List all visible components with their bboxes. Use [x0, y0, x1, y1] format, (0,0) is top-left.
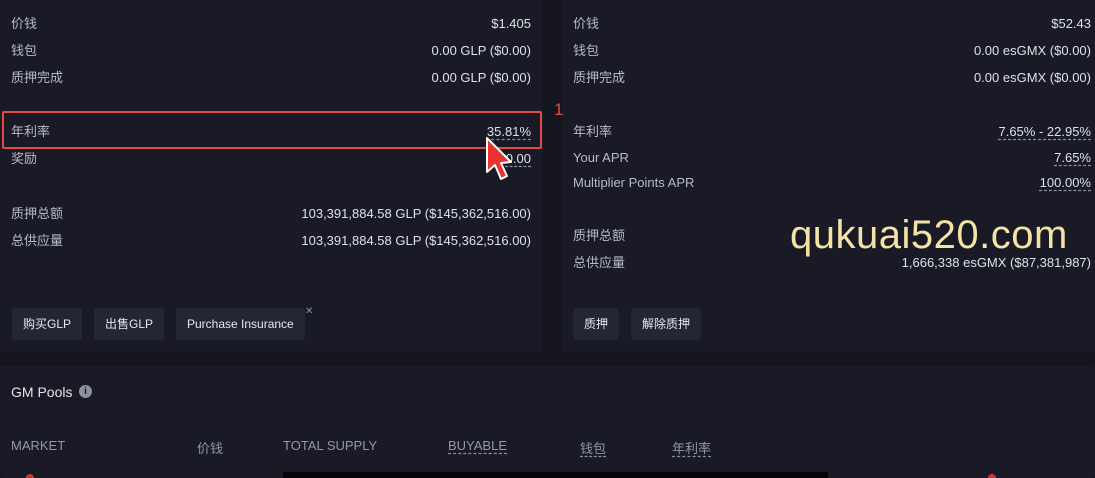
token-icon	[26, 474, 34, 478]
esgmx-wallet-value: 0.00 esGMX ($0.00)	[973, 43, 1091, 58]
esgmx-your-apr-value[interactable]: 7.65%	[1054, 150, 1091, 166]
apr-highlight-box	[2, 111, 542, 149]
esgmx-total-staked-label: 质押总额	[573, 228, 626, 243]
glp-price-value: $1.405	[491, 16, 531, 31]
gm-pools-panel	[0, 366, 1095, 478]
glp-total-staked-value: 103,391,884.58 GLP ($145,362,516.00)	[301, 206, 531, 221]
purchase-insurance-button[interactable]: Purchase Insurance	[176, 308, 305, 340]
esgmx-mp-apr-value[interactable]: 100.00%	[1040, 175, 1091, 191]
token-icon	[988, 474, 996, 478]
column-wallet[interactable]: 钱包	[580, 438, 606, 457]
glp-staked-value: 0.00 GLP ($0.00)	[431, 70, 532, 85]
unstake-button[interactable]: 解除质押	[631, 308, 702, 340]
mouse-cursor-icon	[486, 137, 512, 180]
glp-total-supply-value: 103,391,884.58 GLP ($145,362,516.00)	[301, 233, 531, 248]
watermark-text: qukuai520.com	[790, 213, 1068, 257]
glp-total-staked-label: 质押总额	[11, 206, 64, 221]
stake-button[interactable]: 质押	[573, 308, 620, 340]
sell-glp-button[interactable]: 出售GLP	[94, 308, 165, 340]
video-bar	[283, 472, 828, 478]
esgmx-apr-label: 年利率	[573, 124, 613, 139]
esgmx-staked-label: 质押完成	[573, 70, 626, 85]
esgmx-your-apr-label: Your APR	[573, 150, 629, 165]
buy-glp-button[interactable]: 购买GLP	[12, 308, 83, 340]
esgmx-apr-value[interactable]: 7.65% - 22.95%	[998, 124, 1091, 140]
glp-wallet-value: 0.00 GLP ($0.00)	[431, 43, 532, 58]
esgmx-price-label: 价钱	[573, 16, 600, 31]
column-market[interactable]: MARKET	[11, 438, 65, 453]
glp-total-supply-label: 总供应量	[11, 233, 64, 248]
esgmx-mp-apr-label: Multiplier Points APR	[573, 175, 695, 190]
column-apr[interactable]: 年利率	[672, 438, 711, 457]
column-buyable[interactable]: BUYABLE	[448, 438, 507, 453]
column-price[interactable]: 价钱	[197, 438, 223, 457]
glp-rewards-label: 奖励	[11, 151, 38, 166]
esgmx-staked-value: 0.00 esGMX ($0.00)	[973, 70, 1091, 85]
info-icon[interactable]: i	[79, 385, 92, 398]
annotation-number: 1	[554, 100, 564, 119]
esgmx-wallet-label: 钱包	[573, 43, 600, 58]
column-total-supply[interactable]: TOTAL SUPPLY	[283, 438, 377, 453]
esgmx-total-supply-label: 总供应量	[573, 255, 626, 270]
gm-pools-title: GM Pools	[11, 384, 73, 400]
esgmx-price-value: $52.43	[1051, 16, 1091, 31]
glp-wallet-label: 钱包	[11, 43, 38, 58]
glp-price-label: 价钱	[11, 16, 38, 31]
close-icon[interactable]: ✕	[305, 306, 313, 317]
glp-staked-label: 质押完成	[11, 70, 64, 85]
